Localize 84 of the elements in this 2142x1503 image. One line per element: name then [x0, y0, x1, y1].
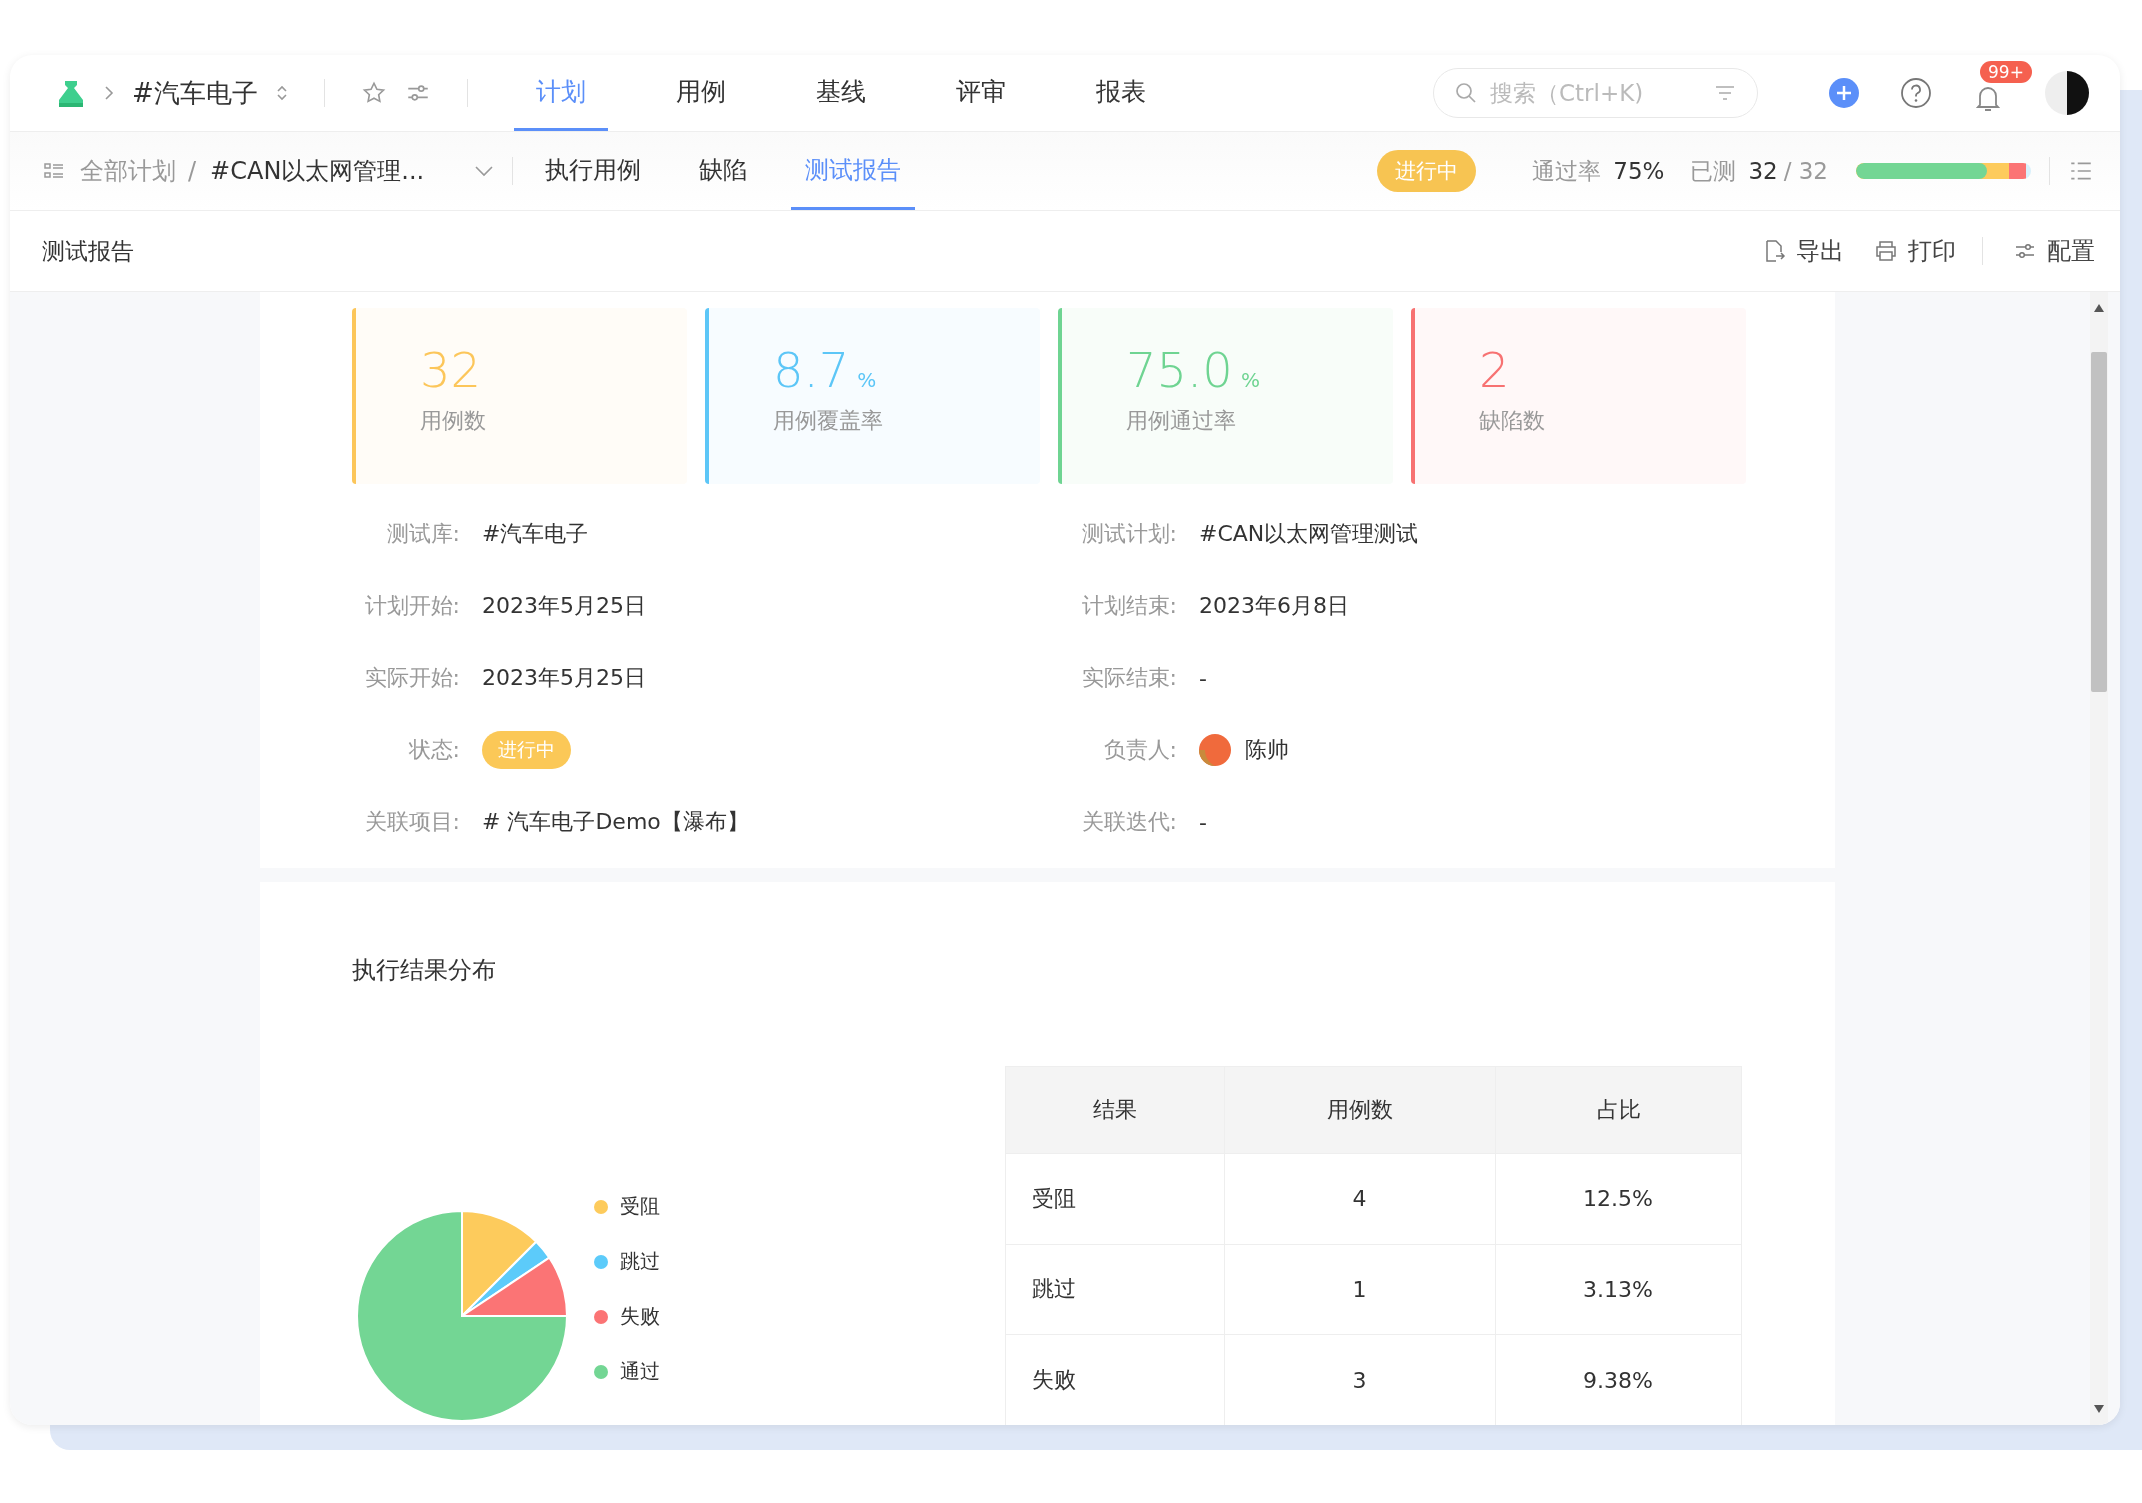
breadcrumb-separator: /: [188, 157, 197, 185]
table-cell: 1: [1224, 1244, 1496, 1335]
nav-tab[interactable]: 用例: [653, 55, 748, 131]
field-label: 关联项目:: [363, 808, 460, 836]
field-label: 实际结束:: [1080, 664, 1177, 692]
legend-dot: [594, 1254, 608, 1269]
up-down-caret-icon[interactable]: [275, 84, 288, 102]
user-avatar[interactable]: [2044, 70, 2090, 116]
table-cell: 3.13%: [1495, 1244, 1742, 1335]
field-value: -: [1199, 809, 1207, 835]
total-count: / 32: [1783, 158, 1828, 184]
person-name: 陈帅: [1245, 736, 1289, 764]
status-badge: 进行中: [1377, 150, 1477, 192]
plan-tab[interactable]: 缺陷: [685, 132, 762, 210]
field-value: #汽车电子: [482, 520, 589, 548]
scroll-up-icon[interactable]: [2094, 304, 2104, 312]
pass-rate-label: 通过率: [1532, 156, 1602, 186]
plan-tab[interactable]: 执行用例: [531, 132, 656, 210]
column-header: 占比: [1495, 1066, 1742, 1154]
stat-label: 用例覆盖率: [773, 407, 883, 435]
field-label: 测试计划:: [1080, 520, 1177, 548]
stat-label: 用例通过率: [1126, 407, 1236, 435]
field-label: 计划开始:: [363, 592, 460, 620]
print-button[interactable]: 打印: [1874, 235, 1956, 267]
tested-count: 32: [1748, 158, 1778, 184]
field-label: 状态:: [407, 736, 460, 764]
flask-logo-icon: [56, 79, 86, 107]
user-avatar: [1199, 734, 1231, 766]
star-icon[interactable]: [360, 80, 387, 106]
notification-badge: 99+: [1980, 61, 2032, 83]
nav-tab[interactable]: 报表: [1073, 55, 1168, 131]
add-icon[interactable]: [1828, 77, 1860, 109]
section-title: 执行结果分布: [352, 955, 496, 986]
field-value: 2023年6月8日: [1199, 592, 1349, 620]
field-label: 关联迭代:: [1080, 808, 1177, 836]
pass-rate-value: 75%: [1613, 158, 1665, 184]
field-value: # 汽车电子Demo【瀑布】: [482, 808, 749, 836]
search-icon: [1454, 81, 1478, 105]
legend-dot: [594, 1309, 608, 1324]
table-cell: 失败: [1005, 1334, 1225, 1425]
stat-unit: %: [1240, 368, 1260, 392]
stat-value: 8.7: [773, 346, 850, 394]
field-label: 计划结束:: [1080, 592, 1177, 620]
legend-label: 通过: [620, 1358, 660, 1385]
nav-tab[interactable]: 基线: [793, 55, 888, 131]
chevron-right-icon: [104, 85, 114, 101]
stat-value: 2: [1479, 346, 1510, 394]
stat-value: 32: [420, 346, 482, 394]
field-value: #CAN以太网管理测试: [1199, 520, 1419, 548]
legend-label: 跳过: [620, 1248, 660, 1275]
config-button[interactable]: 配置: [2013, 235, 2095, 267]
table-cell: 跳过: [1005, 1244, 1225, 1335]
export-button[interactable]: 导出: [1762, 235, 1844, 267]
chevron-down-icon[interactable]: [474, 165, 495, 177]
stat-unit: %: [857, 368, 877, 392]
stat-value: 75.0: [1126, 346, 1233, 394]
printer-icon: [1874, 239, 1898, 263]
table-cell: 12.5%: [1495, 1153, 1742, 1245]
field-value: -: [1199, 665, 1207, 691]
project-name[interactable]: #汽车电子: [132, 75, 258, 111]
page-title: 测试报告: [42, 236, 134, 266]
stat-label: 缺陷数: [1479, 407, 1545, 435]
legend-label: 失败: [620, 1303, 660, 1330]
scroll-down-icon[interactable]: [2094, 1405, 2104, 1413]
field-label: 负责人:: [1102, 736, 1177, 764]
help-icon[interactable]: [1900, 77, 1932, 109]
field-value: 2023年5月25日: [482, 592, 646, 620]
nav-tab[interactable]: 评审: [933, 55, 1028, 131]
column-header: 结果: [1005, 1066, 1225, 1154]
field-value: 2023年5月25日: [482, 664, 646, 692]
table-cell: 受阻: [1005, 1153, 1225, 1245]
field-label: 测试库:: [385, 520, 460, 548]
legend-dot: [594, 1199, 608, 1214]
column-header: 用例数: [1224, 1066, 1496, 1154]
plan-name[interactable]: #CAN以太网管理...: [210, 155, 425, 187]
search-box[interactable]: 搜索（Ctrl+K): [1433, 68, 1758, 118]
scrollbar[interactable]: [2090, 292, 2108, 1425]
stat-label: 用例数: [420, 407, 486, 435]
tested-label: 已测: [1690, 156, 1737, 186]
legend-label: 受阻: [620, 1193, 660, 1220]
status-badge: 进行中: [482, 731, 571, 769]
table-cell: 4: [1224, 1153, 1496, 1245]
field-label: 实际开始:: [363, 664, 460, 692]
legend-dot: [594, 1364, 608, 1379]
